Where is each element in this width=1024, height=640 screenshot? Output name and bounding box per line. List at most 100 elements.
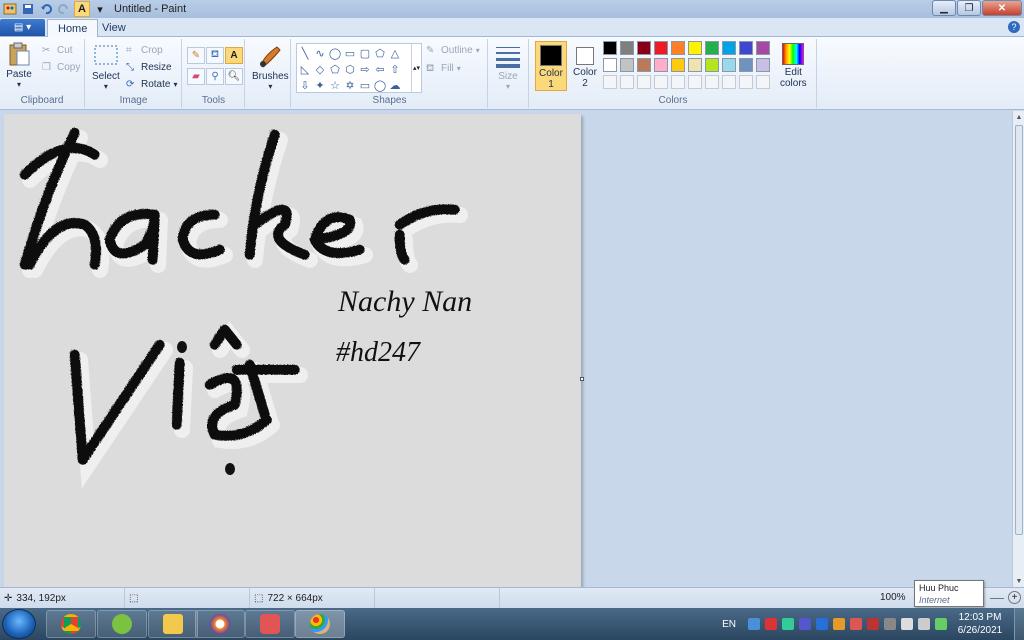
brushes-button[interactable]: Brushes ▾ — [252, 43, 289, 91]
palette-swatch[interactable] — [671, 75, 685, 89]
bluetooth-icon[interactable] — [816, 618, 828, 630]
rounded-rectangle-shape-icon[interactable]: ▢ — [358, 46, 372, 60]
tray-icon-v[interactable] — [765, 618, 777, 630]
palette-swatch[interactable] — [739, 41, 753, 55]
pencil-tool[interactable]: ✎ — [187, 47, 205, 64]
tab-home[interactable]: Home — [47, 19, 99, 37]
palette-swatch[interactable] — [620, 41, 634, 55]
customize-qat-icon[interactable]: ▾ — [92, 1, 108, 17]
file-menu-button[interactable]: ▤ ▾ — [0, 19, 45, 36]
tray-icon-1[interactable] — [748, 618, 760, 630]
taskbar-explorer[interactable] — [148, 610, 198, 638]
palette-swatch[interactable] — [654, 75, 668, 89]
select-button[interactable]: Select ▾ — [92, 43, 120, 91]
rotate-button[interactable]: ⟳ Rotate ▾ — [126, 77, 177, 92]
canvas-resize-handle[interactable] — [580, 377, 584, 381]
palette-swatch[interactable] — [603, 41, 617, 55]
color2-selector[interactable]: Color 2 — [569, 41, 601, 91]
outline-button[interactable]: ✎ Outline ▾ — [426, 43, 480, 58]
palette-swatch[interactable] — [705, 75, 719, 89]
palette-swatch[interactable] — [722, 58, 736, 72]
palette-swatch[interactable] — [637, 58, 651, 72]
network-signal-icon[interactable] — [901, 618, 913, 630]
curve-shape-icon[interactable]: ∿ — [313, 46, 327, 60]
palette-swatch[interactable] — [603, 58, 617, 72]
drawing-canvas[interactable]: Nachy Nan #hd247 — [4, 114, 584, 587]
battery-icon[interactable] — [935, 618, 947, 630]
redo-icon[interactable] — [56, 1, 72, 17]
fill-tool[interactable]: ⛾ — [206, 47, 224, 64]
palette-swatch[interactable] — [705, 41, 719, 55]
color1-selector[interactable]: Color 1 — [535, 41, 567, 91]
palette-swatch[interactable] — [739, 58, 753, 72]
show-desktop-button[interactable] — [1014, 608, 1024, 640]
tray-icon-6[interactable] — [833, 618, 845, 630]
polygon-shape-icon[interactable]: ⬠ — [373, 46, 387, 60]
resize-button[interactable]: ⤡ Resize — [126, 60, 172, 75]
text-tool[interactable]: A — [225, 47, 243, 64]
crop-button[interactable]: ⌗ Crop — [126, 43, 163, 58]
language-indicator[interactable]: EN — [722, 619, 736, 630]
vertical-scrollbar[interactable]: ▲ ▼ — [1012, 111, 1024, 587]
cut-button[interactable]: ✂ Cut — [42, 43, 73, 58]
palette-swatch[interactable] — [620, 75, 634, 89]
minimize-button[interactable]: ▁ — [932, 0, 956, 16]
left-arrow-shape-icon[interactable]: ⇦ — [373, 62, 387, 76]
palette-swatch[interactable] — [722, 75, 736, 89]
four-point-star-shape-icon[interactable]: ✦ — [313, 78, 327, 92]
taskbar-app-green[interactable] — [97, 610, 147, 638]
tray-icon-4[interactable] — [799, 618, 811, 630]
rectangle-shape-icon[interactable]: ▭ — [343, 46, 357, 60]
hexagon-shape-icon[interactable]: ⬡ — [343, 62, 357, 76]
palette-swatch[interactable] — [756, 75, 770, 89]
palette-swatch[interactable] — [756, 58, 770, 72]
system-clock[interactable]: 12:03 PM 6/26/2021 — [952, 611, 1008, 637]
size-button[interactable]: Size ▾ — [495, 43, 521, 91]
maximize-button[interactable]: ❐ — [957, 0, 981, 16]
undo-icon[interactable] — [38, 1, 54, 17]
paste-button[interactable]: Paste ▾ — [6, 41, 32, 89]
palette-swatch[interactable] — [688, 41, 702, 55]
shapes-scroll[interactable]: ▴▾ — [411, 44, 421, 92]
palette-swatch[interactable] — [739, 75, 753, 89]
callout-oval-shape-icon[interactable]: ◯ — [373, 78, 387, 92]
text-format-icon[interactable]: A — [74, 1, 90, 17]
right-arrow-shape-icon[interactable]: ⇨ — [358, 62, 372, 76]
callout-rect-shape-icon[interactable]: ▭ — [358, 78, 372, 92]
taskbar-coccoc[interactable] — [195, 610, 245, 638]
close-button[interactable]: ✕ — [982, 0, 1022, 16]
six-point-star-shape-icon[interactable]: ✡ — [343, 78, 357, 92]
tray-icon-3[interactable] — [782, 618, 794, 630]
scroll-down-icon[interactable]: ▼ — [1013, 575, 1024, 587]
palette-swatch[interactable] — [688, 75, 702, 89]
scroll-up-icon[interactable]: ▲ — [1013, 111, 1024, 123]
line-shape-icon[interactable]: ╲ — [298, 46, 312, 60]
palette-swatch[interactable] — [620, 58, 634, 72]
tab-view[interactable]: View — [92, 19, 136, 37]
palette-swatch[interactable] — [705, 58, 719, 72]
cloud-callout-shape-icon[interactable]: ☁ — [388, 78, 402, 92]
save-icon[interactable] — [20, 1, 36, 17]
triangle-shape-icon[interactable]: △ — [388, 46, 402, 60]
eraser-tool[interactable]: ▰ — [187, 68, 205, 85]
zoom-in-button[interactable]: + — [1008, 591, 1021, 604]
palette-swatch[interactable] — [603, 75, 617, 89]
right-triangle-shape-icon[interactable]: ◺ — [298, 62, 312, 76]
up-arrow-shape-icon[interactable]: ⇧ — [388, 62, 402, 76]
down-arrow-shape-icon[interactable]: ⇩ — [298, 78, 312, 92]
taskbar-snipping[interactable] — [245, 610, 295, 638]
palette-swatch[interactable] — [654, 41, 668, 55]
palette-swatch[interactable] — [671, 41, 685, 55]
oval-shape-icon[interactable]: ◯ — [328, 46, 342, 60]
palette-swatch[interactable] — [722, 41, 736, 55]
copy-button[interactable]: ❐ Copy — [42, 60, 80, 75]
pentagon-shape-icon[interactable]: ⬠ — [328, 62, 342, 76]
palette-swatch[interactable] — [671, 58, 685, 72]
diamond-shape-icon[interactable]: ◇ — [313, 62, 327, 76]
palette-swatch[interactable] — [637, 75, 651, 89]
paint-app-icon[interactable] — [2, 1, 18, 17]
five-point-star-shape-icon[interactable]: ☆ — [328, 78, 342, 92]
help-icon[interactable]: ? — [1008, 21, 1020, 33]
start-button[interactable] — [2, 609, 36, 639]
tray-icon-8[interactable] — [867, 618, 879, 630]
